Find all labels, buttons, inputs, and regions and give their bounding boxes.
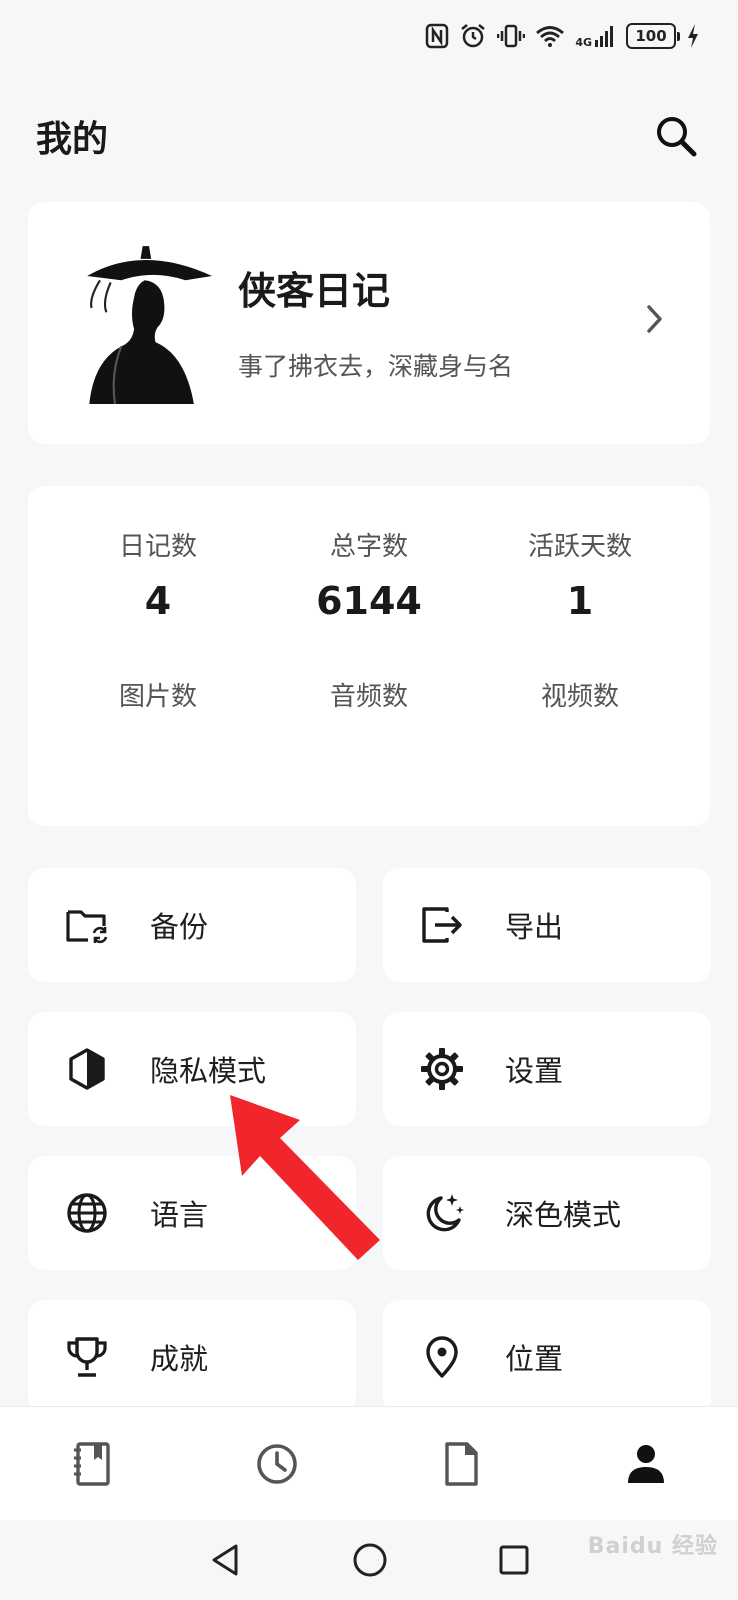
stat-value: 1 xyxy=(566,579,594,623)
menu-label: 语言 xyxy=(150,1198,209,1232)
menu-label: 导出 xyxy=(505,910,564,944)
back-icon[interactable] xyxy=(208,1542,242,1578)
battery-indicator: 100 xyxy=(626,23,680,49)
stat-label: 音频数 xyxy=(329,682,408,712)
stat-word-count[interactable]: 总字数 6144 xyxy=(269,526,469,623)
menu-label: 隐私模式 xyxy=(150,1054,267,1088)
privacy-shield-icon xyxy=(69,1048,105,1090)
gear-icon xyxy=(421,1048,463,1090)
stat-value: 6144 xyxy=(316,579,422,623)
network-type-label: 4G xyxy=(575,36,592,49)
stat-audio-count[interactable]: 音频数 xyxy=(269,676,469,729)
person-icon xyxy=(627,1444,664,1483)
globe-icon xyxy=(67,1193,107,1233)
menu-dark-mode[interactable]: 深色模式 xyxy=(383,1156,711,1270)
menu-export[interactable]: 导出 xyxy=(383,868,711,982)
stat-label: 图片数 xyxy=(118,682,197,712)
vibrate-icon xyxy=(497,24,526,48)
nav-profile[interactable] xyxy=(606,1424,686,1504)
menu-backup[interactable]: 备份 xyxy=(28,868,356,982)
charging-icon xyxy=(688,24,698,48)
stats-card: 日记数 4 总字数 6144 活跃天数 1 图片数 音频数 视频数 xyxy=(28,486,710,826)
avatar xyxy=(78,244,218,404)
cellular-signal: 4G xyxy=(575,24,616,48)
stat-label: 视频数 xyxy=(540,682,619,712)
export-icon xyxy=(422,907,462,943)
diary-book-icon xyxy=(74,1441,110,1486)
stat-image-count[interactable]: 图片数 xyxy=(58,676,258,729)
battery-level: 100 xyxy=(635,27,667,45)
menu-label: 备份 xyxy=(150,910,209,944)
menu-label: 位置 xyxy=(505,1342,564,1376)
recent-apps-icon[interactable] xyxy=(498,1544,530,1576)
menu-label: 设置 xyxy=(505,1054,564,1088)
stat-active-days[interactable]: 活跃天数 1 xyxy=(480,526,680,623)
folder-sync-icon xyxy=(66,910,108,944)
profile-name: 侠客日记 xyxy=(238,269,391,313)
chevron-right-icon xyxy=(647,305,662,333)
menu-label: 深色模式 xyxy=(505,1198,622,1232)
watermark: Baidu 经验 xyxy=(587,1534,718,1559)
home-icon[interactable] xyxy=(352,1542,388,1578)
nav-diary[interactable] xyxy=(52,1424,132,1504)
stat-diary-count[interactable]: 日记数 4 xyxy=(58,526,258,623)
search-button[interactable] xyxy=(650,110,702,162)
stat-value: 4 xyxy=(144,579,172,623)
nav-documents[interactable] xyxy=(421,1424,501,1504)
moon-stars-icon xyxy=(426,1194,464,1232)
stat-label: 日记数 xyxy=(118,532,197,562)
menu-settings[interactable]: 设置 xyxy=(383,1012,711,1126)
nav-history[interactable] xyxy=(237,1424,317,1504)
menu-location[interactable]: 位置 xyxy=(383,1300,711,1414)
annotation-arrow xyxy=(230,1095,380,1260)
menu-label: 成就 xyxy=(150,1342,209,1376)
status-bar: 4G 100 xyxy=(0,0,738,72)
stat-label: 总字数 xyxy=(329,532,408,562)
trophy-icon xyxy=(67,1337,107,1377)
bottom-nav xyxy=(0,1406,738,1520)
header: 我的 xyxy=(0,100,738,172)
signal-bars-icon xyxy=(595,26,613,47)
wifi-icon xyxy=(536,26,565,47)
menu-achievements[interactable]: 成就 xyxy=(28,1300,356,1414)
search-icon xyxy=(657,117,697,157)
location-pin-icon xyxy=(426,1336,458,1378)
profile-card[interactable]: 侠客日记 事了拂衣去，深藏身与名 xyxy=(28,202,710,444)
stat-video-count[interactable]: 视频数 xyxy=(480,676,680,729)
profile-bio: 事了拂衣去，深藏身与名 xyxy=(238,352,514,381)
clock-icon xyxy=(256,1443,297,1484)
stat-label: 活跃天数 xyxy=(527,532,632,562)
nfc-icon xyxy=(426,23,449,49)
document-icon xyxy=(445,1441,478,1486)
alarm-icon xyxy=(461,24,486,48)
page-title: 我的 xyxy=(36,119,109,160)
